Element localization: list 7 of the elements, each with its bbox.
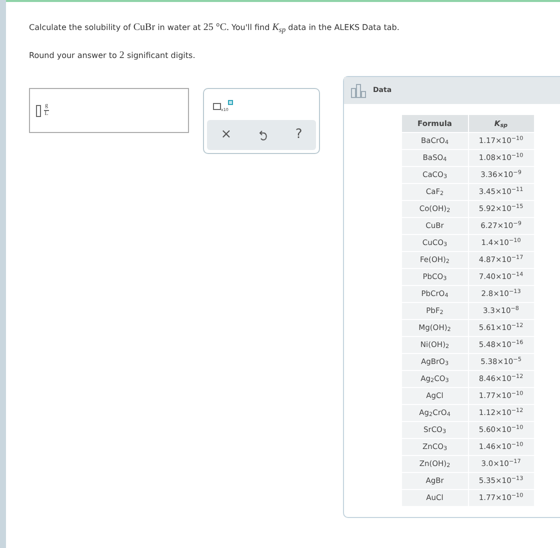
clear-button[interactable]: × [218, 128, 234, 142]
help-button[interactable]: ? [293, 128, 304, 142]
undo-button[interactable] [256, 130, 270, 140]
input-box[interactable] [36, 104, 41, 116]
instruction-text: Round your answer to 2 significant digits. [29, 50, 196, 62]
bar-chart-icon [351, 84, 367, 98]
question-text: Calculate the solubility of CuBr in water at 25 °C. You'll find K$_{sp}$ data in the ALEKS Data tab. [29, 22, 400, 34]
